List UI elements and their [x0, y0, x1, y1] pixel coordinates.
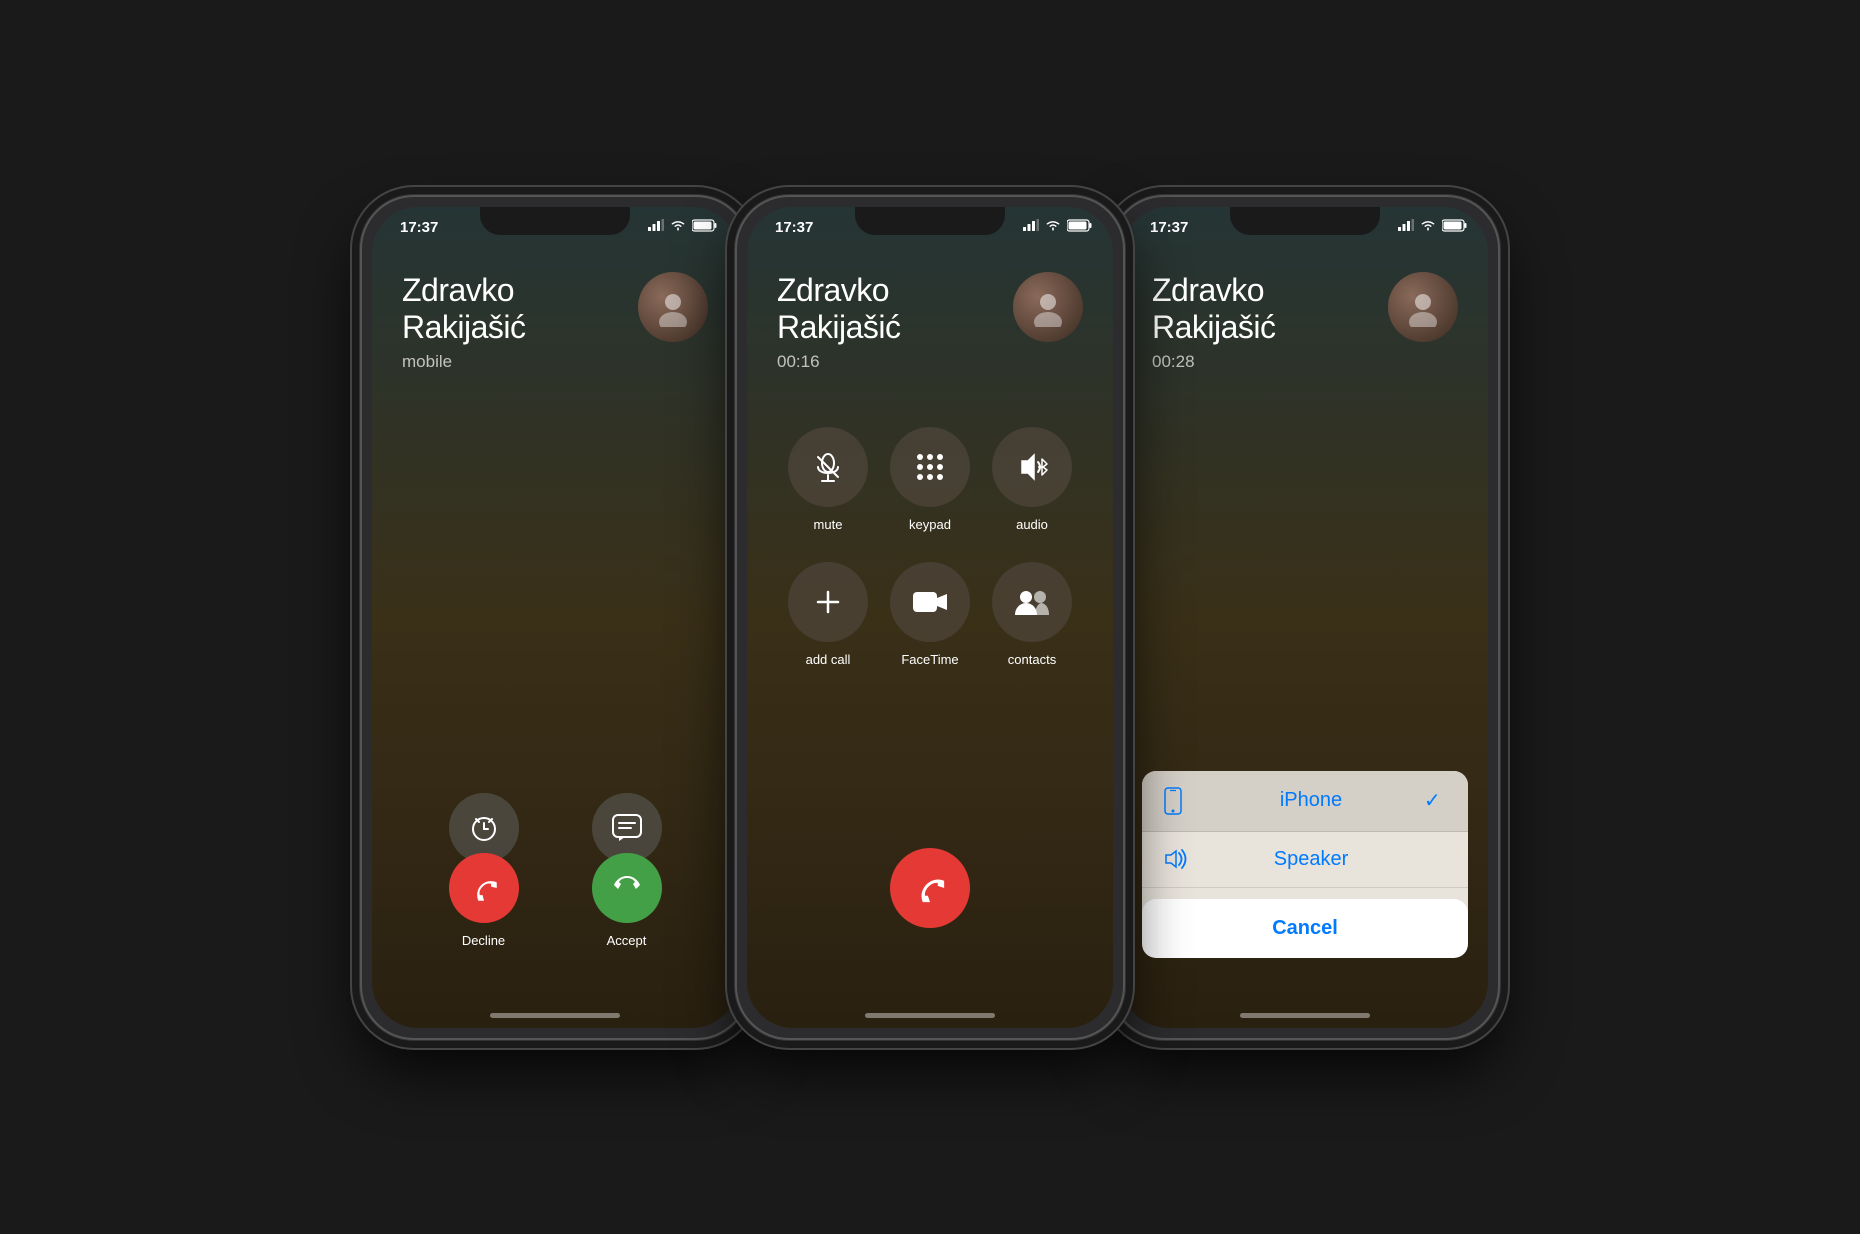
status-icons-3: [1398, 219, 1468, 232]
audio-label: audio: [1016, 517, 1048, 532]
facetime-button[interactable]: [890, 562, 970, 642]
phone-incoming: 17:37: [360, 195, 750, 1040]
contact-info-1: Zdravko Rakijašić mobile: [402, 272, 638, 372]
mute-control[interactable]: mute: [788, 427, 868, 532]
contact-area-2: Zdravko Rakijašić 00:16: [777, 272, 1083, 372]
notch: [480, 207, 630, 235]
accept-button[interactable]: [592, 853, 662, 923]
phones-container: 17:37: [340, 175, 1520, 1060]
contact-sub-1: mobile: [402, 352, 638, 372]
controls-row-2: add call FaceTime: [777, 562, 1083, 667]
iphone-device-icon: [1162, 787, 1198, 815]
decline-button[interactable]: [449, 853, 519, 923]
decline-label: Decline: [462, 933, 505, 948]
phone-audio: 17:37: [1110, 195, 1500, 1040]
contact-sub-3: 00:28: [1152, 352, 1388, 372]
battery-icon-3: [1442, 219, 1468, 232]
audio-option-iphone[interactable]: iPhone ✓: [1142, 771, 1468, 832]
avatar-image-2: [1013, 272, 1083, 342]
add-call-label: add call: [806, 652, 851, 667]
contact-avatar-3: [1388, 272, 1458, 342]
home-indicator-1: [490, 1013, 620, 1018]
phone-active: 17:37: [735, 195, 1125, 1040]
home-indicator-2: [865, 1013, 995, 1018]
keypad-button[interactable]: [890, 427, 970, 507]
alarm-icon: [468, 812, 500, 844]
add-call-button[interactable]: [788, 562, 868, 642]
signal-icon-3: [1398, 219, 1414, 231]
speaker-icon: [1162, 848, 1198, 870]
signal-icon: [648, 219, 664, 231]
contact-area-1: Zdravko Rakijašić mobile: [402, 272, 708, 372]
battery-icon: [692, 219, 718, 232]
keypad-label: keypad: [909, 517, 951, 532]
decline-phone-icon: [466, 870, 502, 906]
speaker-option-label: Speaker: [1198, 848, 1424, 871]
facetime-label: FaceTime: [901, 652, 958, 667]
avatar-image-1: [638, 272, 708, 342]
contact-info-2: Zdravko Rakijašić 00:16: [777, 272, 1013, 372]
audio-cancel-button[interactable]: Cancel: [1142, 899, 1468, 958]
mute-button[interactable]: [788, 427, 868, 507]
contact-avatar-2: [1013, 272, 1083, 342]
contacts-button[interactable]: [992, 562, 1072, 642]
home-indicator-3: [1240, 1013, 1370, 1018]
contact-sub-2: 00:16: [777, 352, 1013, 372]
contact-area-3: Zdravko Rakijašić 00:28: [1152, 272, 1458, 372]
contact-name-1: Zdravko Rakijašić: [402, 272, 638, 346]
audio-icon: [1014, 449, 1050, 485]
status-icons: [648, 219, 718, 232]
facetime-icon: [911, 588, 949, 616]
avatar-image-3: [1388, 272, 1458, 342]
contact-avatar-1: [638, 272, 708, 342]
wifi-icon-2: [1045, 219, 1061, 231]
cancel-label: Cancel: [1272, 917, 1338, 939]
accept-phone-icon: [609, 870, 645, 906]
contacts-control[interactable]: contacts: [992, 562, 1072, 667]
call-controls: mute: [747, 427, 1113, 697]
signal-icon-2: [1023, 219, 1039, 231]
end-call-button[interactable]: [890, 848, 970, 928]
notch-3: [1230, 207, 1380, 235]
add-call-control[interactable]: add call: [788, 562, 868, 667]
contact-name-2: Zdravko Rakijašić: [777, 272, 1013, 346]
facetime-control[interactable]: FaceTime: [890, 562, 970, 667]
status-icons-2: [1023, 219, 1093, 232]
audio-button[interactable]: [992, 427, 1072, 507]
audio-option-speaker[interactable]: Speaker: [1142, 832, 1468, 888]
mute-icon: [810, 449, 846, 485]
contacts-icon: [1013, 587, 1051, 617]
audio-control[interactable]: audio: [992, 427, 1072, 532]
wifi-icon: [670, 219, 686, 231]
controls-row-1: mute: [777, 427, 1083, 532]
add-call-icon: [810, 584, 846, 620]
contact-info-3: Zdravko Rakijašić 00:28: [1152, 272, 1388, 372]
accept-label: Accept: [607, 933, 647, 948]
message-icon: [611, 813, 643, 843]
wifi-icon-3: [1420, 219, 1436, 231]
battery-icon-2: [1067, 219, 1093, 232]
notch-2: [855, 207, 1005, 235]
keypad-icon: [913, 450, 947, 484]
keypad-control[interactable]: keypad: [890, 427, 970, 532]
end-call-phone-icon: [910, 868, 950, 908]
call-actions: Decline Accept: [372, 853, 738, 948]
mute-label: mute: [814, 517, 843, 532]
contact-name-3: Zdravko Rakijašić: [1152, 272, 1388, 346]
checkmark-icon: ✓: [1424, 788, 1448, 813]
iphone-option-label: iPhone: [1198, 789, 1424, 812]
decline-action[interactable]: Decline: [449, 853, 519, 948]
contacts-label: contacts: [1008, 652, 1056, 667]
accept-action[interactable]: Accept: [592, 853, 662, 948]
